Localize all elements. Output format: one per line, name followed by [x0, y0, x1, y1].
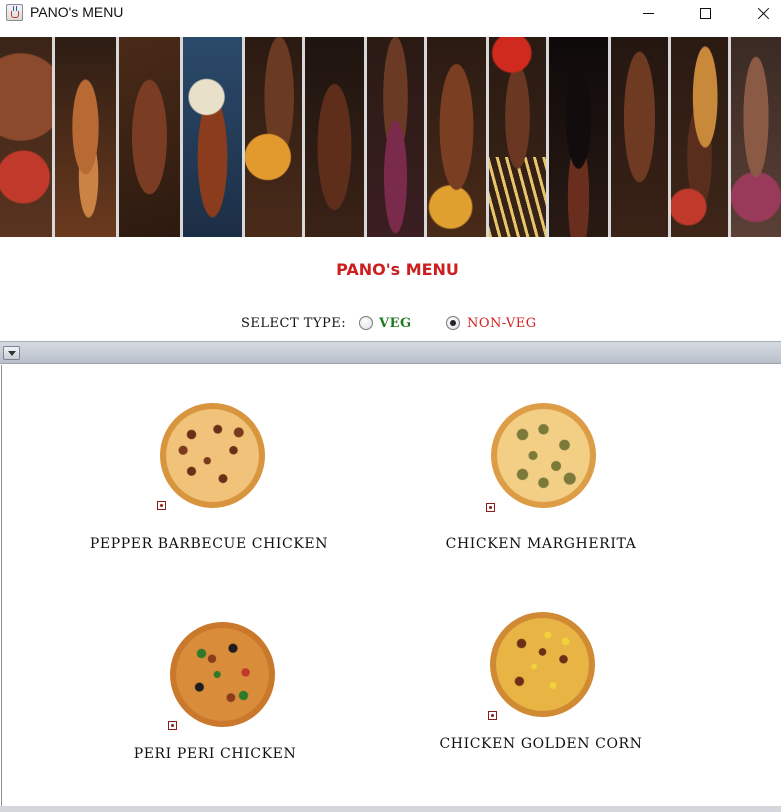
- veg-radio-label[interactable]: VEG: [379, 316, 412, 331]
- banner-strip: [489, 37, 549, 237]
- maximize-button[interactable]: [682, 0, 728, 26]
- banner-strip: [549, 37, 611, 237]
- java-cup-icon[interactable]: [6, 4, 23, 21]
- banner-strip: [183, 37, 245, 237]
- select-type-label: SELECT TYPE:: [241, 316, 347, 331]
- item-name: PERI PERI CHICKEN: [133, 746, 297, 762]
- item-name: PEPPER BARBECUE CHICKEN: [89, 536, 329, 552]
- chicken-margherita-image[interactable]: [491, 403, 596, 508]
- item-name: CHICKEN MARGHERITA: [445, 536, 637, 552]
- non-veg-radio[interactable]: [446, 316, 460, 330]
- item-name: CHICKEN GOLDEN CORN: [439, 736, 643, 752]
- chevron-down-icon: [7, 350, 16, 356]
- non-veg-mark-icon: [157, 501, 166, 510]
- title-bar: PANO's MENU: [0, 0, 781, 26]
- food-banner-image: [0, 37, 781, 237]
- banner-strip: [731, 37, 781, 237]
- close-button[interactable]: [740, 0, 781, 26]
- banner-strip: [245, 37, 305, 237]
- minimize-icon: [642, 12, 654, 14]
- banner-strip: [611, 37, 671, 237]
- menu-heading: PANO's MENU: [336, 260, 459, 279]
- banner-strip: [0, 37, 55, 237]
- radio-selected-dot: [450, 320, 456, 326]
- minimize-button[interactable]: [625, 0, 671, 26]
- menu-panel: PEPPER BARBECUE CHICKEN CHICKEN MARGHERI…: [1, 365, 781, 806]
- collapse-button[interactable]: [3, 346, 20, 360]
- non-veg-mark-icon: [486, 503, 495, 512]
- banner-strip: [119, 37, 183, 237]
- bottom-scroll-edge: [0, 806, 781, 812]
- select-type-row: SELECT TYPE: VEG NON-VEG: [0, 315, 781, 335]
- non-veg-mark-icon: [488, 711, 497, 720]
- banner-strip: [671, 37, 731, 237]
- banner-strip: [55, 37, 119, 237]
- peri-peri-chicken-image[interactable]: [170, 622, 275, 727]
- banner-strip: [367, 37, 427, 237]
- banner-strip: [427, 37, 489, 237]
- veg-radio[interactable]: [359, 316, 373, 330]
- non-veg-mark-icon: [168, 721, 177, 730]
- pepper-barbecue-chicken-image[interactable]: [160, 403, 265, 508]
- maximize-icon: [699, 7, 711, 19]
- chicken-golden-corn-image[interactable]: [490, 612, 595, 717]
- window-title: PANO's MENU: [30, 4, 124, 20]
- banner-strip: [305, 37, 367, 237]
- panel-toolbar: [0, 341, 781, 364]
- non-veg-radio-label[interactable]: NON-VEG: [467, 316, 537, 331]
- close-icon: [757, 7, 770, 20]
